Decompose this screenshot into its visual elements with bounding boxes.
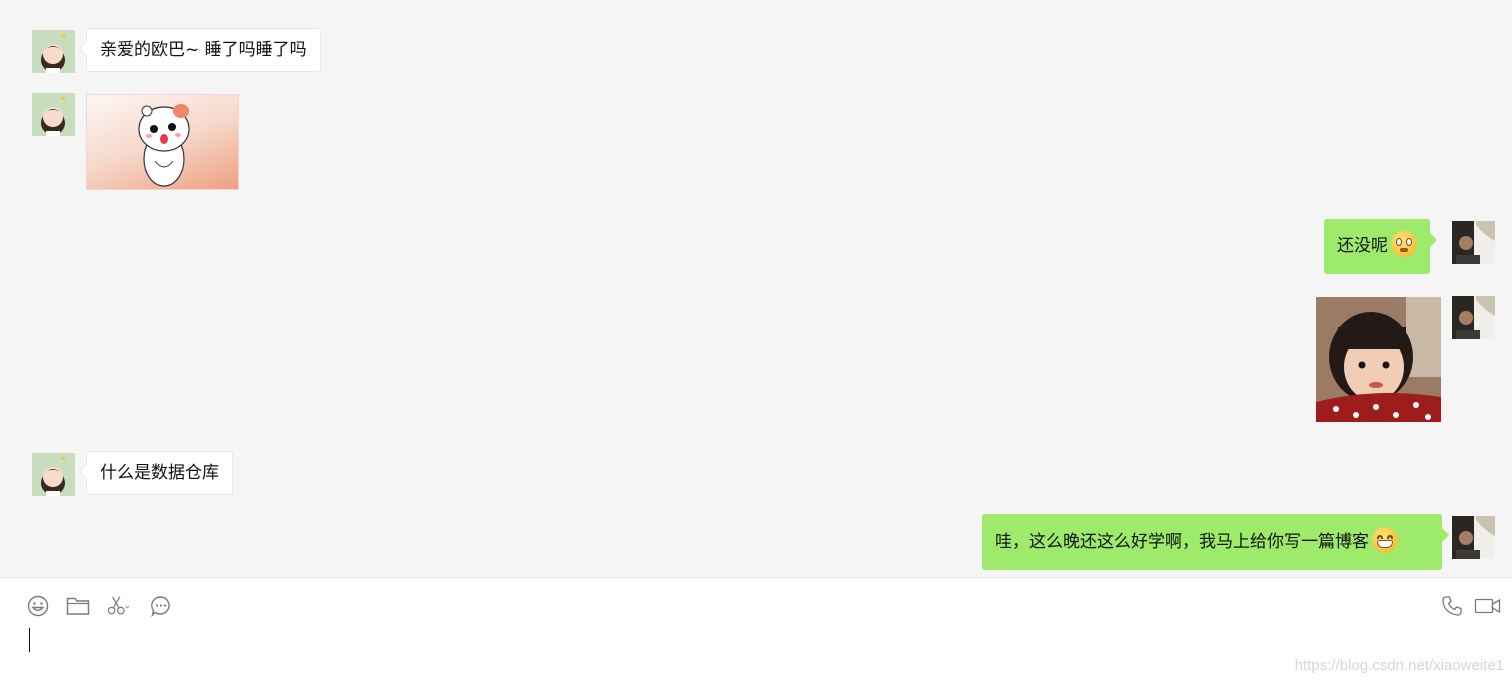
boy-avatar-icon <box>1452 296 1495 339</box>
message-text: 还没呢 <box>1337 236 1388 256</box>
girl-photo[interactable] <box>1316 297 1441 422</box>
hamster-icon <box>138 104 190 187</box>
emoji-icon <box>27 595 49 617</box>
grin-emoji-icon <box>1372 527 1398 553</box>
input-panel: https://blog.csdn.net/xiaoweite1 <box>0 577 1512 682</box>
emoji-button[interactable] <box>26 594 50 618</box>
folder-icon <box>66 597 90 615</box>
message-text: 哇，这么晚还这么好学啊，我马上给你写一篇博客 <box>995 532 1369 552</box>
boy-avatar-icon <box>1452 221 1495 264</box>
girl-avatar-icon <box>32 453 75 496</box>
message-bubble-sent[interactable]: 还没呢 <box>1324 219 1430 274</box>
scissors-icon <box>107 596 130 615</box>
girl-avatar-icon <box>32 30 75 73</box>
chat-area: 亲爱的欧巴~ 睡了吗睡了吗 还没呢 什么是数据仓库 哇，这么晚还这么好学啊，我马… <box>0 0 1512 577</box>
my-avatar[interactable] <box>1452 516 1495 559</box>
message-bubble-sent[interactable]: 哇，这么晚还这么好学啊，我马上给你写一篇博客 <box>982 514 1442 570</box>
message-bubble-received[interactable]: 亲爱的欧巴~ 睡了吗睡了吗 <box>86 28 321 72</box>
chat-history-button[interactable] <box>149 594 173 618</box>
girl-avatar-icon <box>32 93 75 136</box>
video-call-icon <box>1474 598 1501 614</box>
watermark: https://blog.csdn.net/xiaoweite1 <box>1294 657 1504 674</box>
girl-photo-image <box>1316 297 1441 422</box>
send-file-button[interactable] <box>66 594 90 618</box>
my-avatar[interactable] <box>1452 296 1495 339</box>
hamster-sticker[interactable] <box>86 94 239 190</box>
message-text: 亲爱的欧巴~ 睡了吗睡了吗 <box>100 40 307 60</box>
chat-history-icon <box>151 596 170 617</box>
contact-avatar[interactable] <box>32 93 75 136</box>
my-avatar[interactable] <box>1452 221 1495 264</box>
phone-icon <box>1442 596 1462 616</box>
message-input-caret[interactable] <box>29 628 30 652</box>
rolling-eyes-emoji-icon <box>1391 231 1417 257</box>
screenshot-button[interactable] <box>107 594 131 618</box>
message-text: 什么是数据仓库 <box>100 463 219 483</box>
message-bubble-received[interactable]: 什么是数据仓库 <box>86 451 233 495</box>
boy-avatar-icon <box>1452 516 1495 559</box>
contact-avatar[interactable] <box>32 30 75 73</box>
voice-call-button[interactable] <box>1440 594 1464 618</box>
video-call-button[interactable] <box>1474 594 1502 618</box>
contact-avatar[interactable] <box>32 453 75 496</box>
